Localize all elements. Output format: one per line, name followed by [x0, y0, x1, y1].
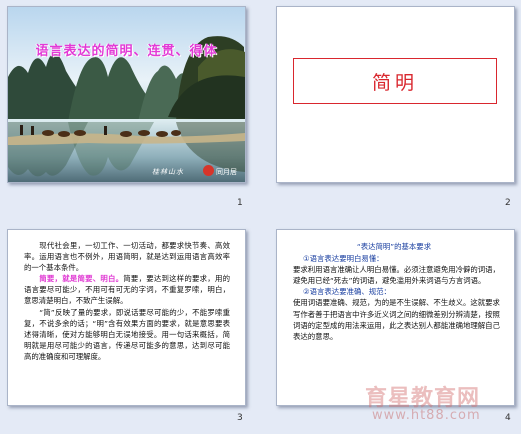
slide-4-body: “表达简明”的基本要求 ①语言表达要明白易懂： 要求利用语言准确让人明白易懂。必…	[287, 241, 501, 342]
slide-3-highlight: 简要，就是简要、明白。	[39, 274, 124, 284]
slide-number-1: 1	[237, 198, 243, 208]
slide-3-paragraph-1: 现代社会里，一切工作、一切活动，都要求快节奏、高效率。运用语言也不例外，用语简明…	[24, 241, 230, 273]
slide-4-item-2-heading: ②语言表达要准确、规范：	[303, 287, 391, 297]
slide-3-thumbnail[interactable]: 现代社会里，一切工作、一切活动，都要求快节奏、高效率。运用语言也不例外，用语简明…	[7, 229, 246, 406]
slide-4-item-1-text: 要求利用语言准确让人明白易懂。必须注意避免用冷僻的词语，避免用已经“死去”的词语…	[293, 265, 500, 286]
slide-1-thumbnail[interactable]: 语言表达的简明、连贯、得体 桂林山水 同月居	[7, 6, 246, 183]
slide-4-title: “表达简明”的基本要求	[356, 242, 432, 251]
slide-1-title: 语言表达的简明、连贯、得体	[35, 44, 218, 59]
slide-number-3: 3	[237, 413, 243, 423]
slide-2-heading: 简明	[293, 58, 497, 104]
slide-4-item-2-text: 使用词语要准确、规范，为的是不生误解、不生歧义。这就要求写作者善于把语言中许多近…	[293, 298, 500, 341]
slide-3-paragraph-3: “简”反映了量的要求，即说话要尽可能的少，不能罗嗦重复，不说多余的话；“明”含有…	[24, 307, 230, 361]
karst-landscape-image	[8, 36, 245, 182]
brand-text: 同月居	[216, 168, 237, 176]
slide-4-item-1-heading: ①语言表达要明白易懂：	[303, 254, 384, 264]
slide-number-4: 4	[505, 413, 511, 423]
slide-3-paragraph-2: 简要，就是简要、明白。简要，要达到这样的要求，用的语言要尽可能少，不用可有可无的…	[24, 274, 230, 306]
slide-2-thumbnail[interactable]: 简明	[276, 6, 515, 183]
brand-logo-icon	[203, 165, 214, 176]
slide-3-body: 现代社会里，一切工作、一切活动，都要求快节奏、高效率。运用语言也不例外，用语简明…	[24, 240, 230, 362]
landscape-caption: 桂林山水	[152, 168, 184, 176]
slide-number-2: 2	[505, 198, 511, 208]
watermark-url: www.ht88.com	[372, 408, 481, 423]
